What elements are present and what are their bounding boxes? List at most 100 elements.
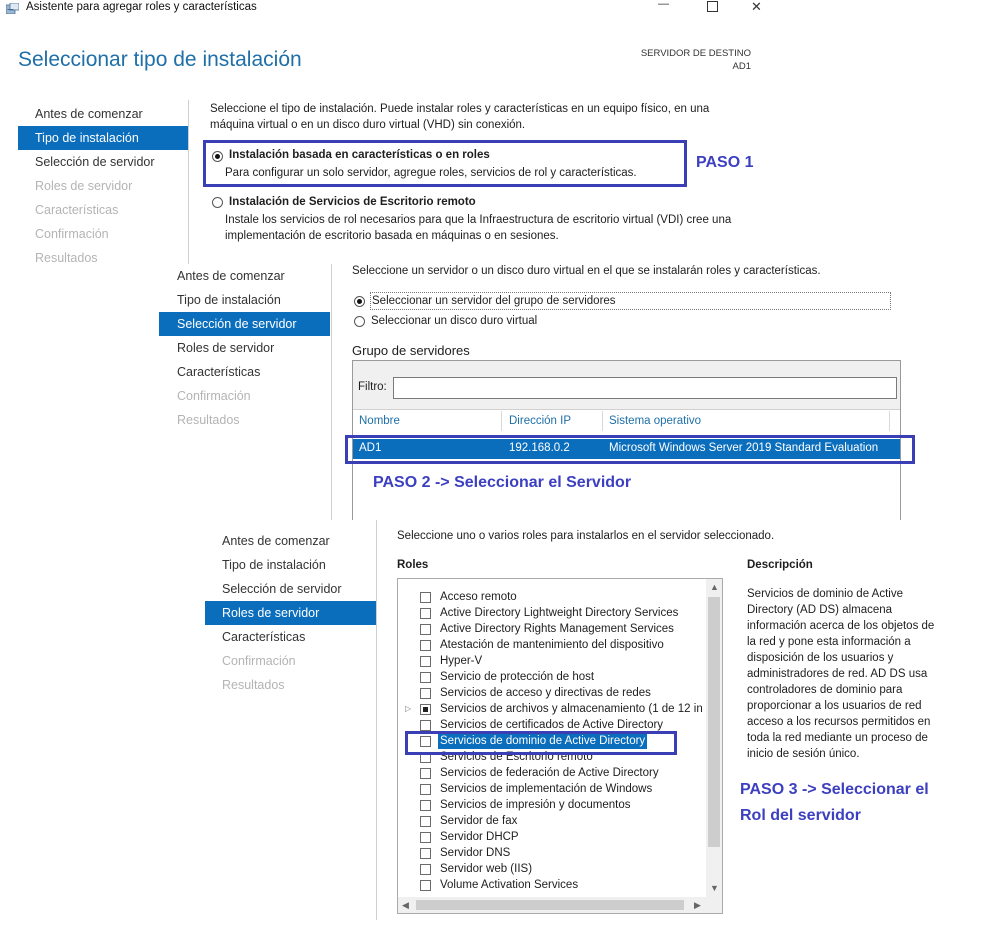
description-line: Directory (AD DS) almacena — [747, 604, 893, 616]
description-line: administradores de red. AD DS usa — [747, 668, 928, 680]
role-checkbox[interactable] — [420, 688, 431, 699]
role-checkbox[interactable] — [420, 704, 431, 715]
nav-confirmacion: Confirmación — [222, 654, 296, 668]
description-line: inicio de sesión único. — [747, 748, 860, 760]
radio-virtual-disk[interactable] — [354, 316, 365, 327]
maximize-icon[interactable] — [707, 1, 718, 12]
role-checkbox[interactable] — [420, 768, 431, 779]
nav-caracteristicas[interactable]: Características — [159, 360, 330, 384]
description-line: proporcionar a los usuarios de red — [747, 700, 922, 712]
role-archivos-almacenamiento[interactable]: ▷ Servicios de archivos y almacenamiento … — [398, 701, 718, 717]
scroll-right-icon[interactable]: ▶ — [694, 900, 701, 911]
scrollbar-thumb[interactable] — [416, 900, 684, 910]
step1-annotation: PASO 1 — [696, 154, 754, 171]
nav-divider — [331, 264, 332, 560]
description-line: toda la red mediante un proceso de — [747, 732, 928, 744]
role-checkbox[interactable] — [420, 832, 431, 843]
nav-roles-de-servidor: Roles de servidor — [35, 179, 133, 193]
role-servidor-dns[interactable]: Servidor DNS — [398, 845, 718, 861]
role-servidor-fax[interactable]: Servidor de fax — [398, 813, 718, 829]
step3-annotation-line1: PASO 3 -> Seleccionar el — [740, 781, 929, 798]
role-servidor-dhcp[interactable]: Servidor DHCP — [398, 829, 718, 845]
option-virtual-disk[interactable]: Seleccionar un disco duro virtual — [371, 313, 537, 329]
role-checkbox[interactable] — [420, 656, 431, 667]
scroll-left-icon[interactable]: ◀ — [402, 900, 409, 911]
intro-text: Seleccione un servidor o un disco duro v… — [352, 265, 821, 277]
nav-resultados: Resultados — [177, 413, 240, 427]
server-group-label: Grupo de servidores — [352, 343, 470, 358]
role-proteccion-host[interactable]: Servicio de protección de host — [398, 669, 718, 685]
scroll-up-icon[interactable]: ▲ — [710, 582, 719, 592]
filter-input[interactable] — [393, 377, 897, 399]
minimize-icon[interactable]: — — [658, 0, 669, 10]
nav-resultados: Resultados — [222, 678, 285, 692]
column-divider — [889, 411, 890, 431]
radio-remote-desktop-install[interactable] — [212, 197, 223, 208]
role-checkbox[interactable] — [420, 784, 431, 795]
role-acceso-directivas-redes[interactable]: Servicios de acceso y directivas de rede… — [398, 685, 718, 701]
roles-label: Roles — [397, 559, 429, 571]
role-checkbox[interactable] — [420, 640, 431, 651]
app-icon — [5, 1, 20, 15]
role-hyper-v[interactable]: Hyper-V — [398, 653, 718, 669]
role-impresion-documentos[interactable]: Servicios de impresión y documentos — [398, 797, 718, 813]
description-line: Servicios de dominio de Active — [747, 588, 903, 600]
scroll-down-icon[interactable]: ▼ — [710, 883, 719, 893]
nav-antes-de-comenzar[interactable]: Antes de comenzar — [18, 102, 188, 126]
expand-arrow-icon[interactable]: ▷ — [405, 704, 411, 713]
step3-highlight-box — [405, 731, 677, 755]
role-checkbox[interactable] — [420, 880, 431, 891]
role-checkbox[interactable] — [420, 608, 431, 619]
intro-text-line1: Seleccione el tipo de instalación. Puede… — [210, 103, 710, 115]
intro-text-line2: máquina virtual o en un disco duro virtu… — [210, 119, 526, 131]
role-checkbox[interactable] — [420, 816, 431, 827]
nav-tipo-de-instalacion[interactable]: Tipo de instalación — [159, 288, 330, 312]
column-header-nombre[interactable]: Nombre — [359, 415, 400, 427]
role-checkbox[interactable] — [420, 800, 431, 811]
nav-roles-de-servidor[interactable]: Roles de servidor — [159, 336, 330, 360]
nav-seleccion-de-servidor[interactable]: Selección de servidor — [205, 577, 376, 601]
role-ad-rms[interactable]: Active Directory Rights Management Servi… — [398, 621, 718, 637]
role-checkbox[interactable] — [420, 848, 431, 859]
role-atestacion[interactable]: Atestación de mantenimiento del disposit… — [398, 637, 718, 653]
nav-seleccion-de-servidor[interactable]: Selección de servidor — [18, 150, 188, 174]
nav-tipo-de-instalacion[interactable]: Tipo de instalación — [205, 553, 376, 577]
role-acceso-remoto[interactable]: Acceso remoto — [398, 589, 718, 605]
option-remote-desktop-title[interactable]: Instalación de Servicios de Escritorio r… — [229, 194, 476, 210]
option-server-pool[interactable]: Seleccionar un servidor del grupo de ser… — [370, 292, 891, 310]
column-header-os[interactable]: Sistema operativo — [609, 415, 701, 427]
scrollbar-thumb[interactable] — [708, 597, 720, 847]
role-checkbox[interactable] — [420, 720, 431, 731]
role-ad-lds[interactable]: Active Directory Lightweight Directory S… — [398, 605, 718, 621]
radio-server-pool[interactable] — [354, 296, 365, 307]
nav-roles-de-servidor[interactable]: Roles de servidor — [205, 601, 376, 625]
description-line: disposición de los usuarios y — [747, 652, 894, 664]
step2-annotation: PASO 2 -> Seleccionar el Servidor — [373, 474, 632, 491]
role-checkbox[interactable] — [420, 672, 431, 683]
role-checkbox[interactable] — [420, 624, 431, 635]
nav-confirmacion: Confirmación — [177, 389, 251, 403]
nav-seleccion-de-servidor[interactable]: Selección de servidor — [159, 312, 330, 336]
intro-text: Seleccione uno o varios roles para insta… — [397, 530, 775, 542]
nav-tipo-de-instalacion[interactable]: Tipo de instalación — [18, 126, 188, 150]
role-implementacion-windows[interactable]: Servicios de implementación de Windows — [398, 781, 718, 797]
nav-caracteristicas[interactable]: Características — [205, 625, 376, 649]
description-line: la red y pone esta información a — [747, 636, 911, 648]
vertical-scrollbar[interactable]: ▲ ▼ — [706, 579, 722, 897]
description-line: acceso a los recursos permitidos en — [747, 716, 931, 728]
description-line: controladores de dominio para — [747, 684, 903, 696]
role-checkbox[interactable] — [420, 592, 431, 603]
close-icon[interactable]: ✕ — [751, 0, 762, 15]
role-checkbox[interactable] — [420, 864, 431, 875]
window-title: Asistente para agregar roles y caracterí… — [26, 1, 257, 13]
column-header-ip[interactable]: Dirección IP — [509, 415, 571, 427]
role-servidor-web-iis[interactable]: Servidor web (IIS) — [398, 861, 718, 877]
destination-server-value: AD1 — [732, 61, 751, 72]
nav-antes-de-comenzar[interactable]: Antes de comenzar — [205, 529, 376, 553]
nav-divider — [188, 100, 189, 266]
nav-antes-de-comenzar[interactable]: Antes de comenzar — [159, 264, 330, 288]
step3-panel: Antes de comenzar Tipo de instalación Se… — [186, 520, 968, 920]
role-volume-activation[interactable]: Volume Activation Services — [398, 877, 718, 893]
horizontal-scrollbar[interactable]: ◀ ▶ — [398, 897, 722, 913]
role-federacion-ad[interactable]: Servicios de federación de Active Direct… — [398, 765, 718, 781]
